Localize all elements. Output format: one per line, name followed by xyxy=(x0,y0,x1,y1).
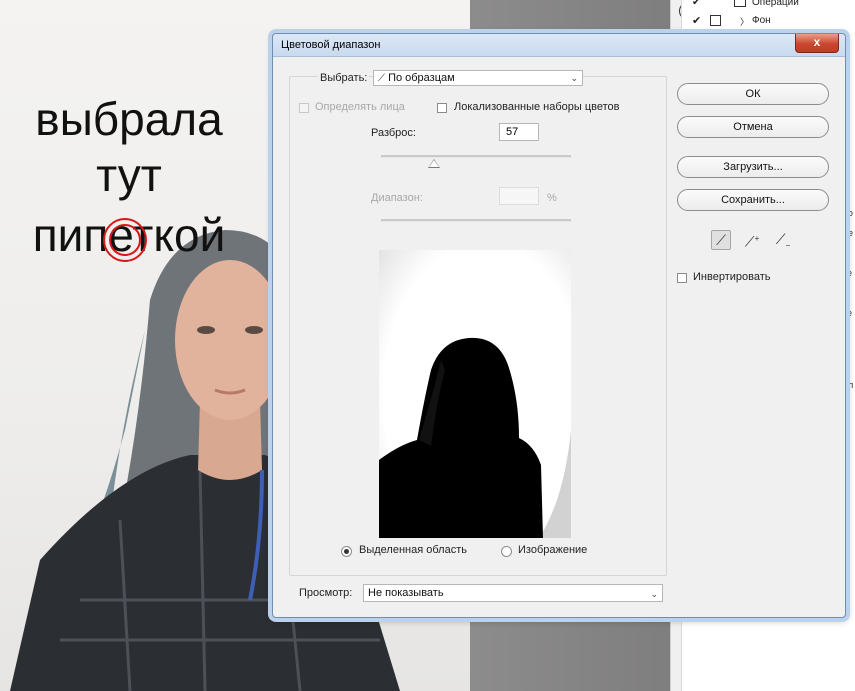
ok-button[interactable]: ОК xyxy=(677,83,829,105)
selection-mask-image xyxy=(379,250,571,538)
chevron-down-icon: ⌄ xyxy=(570,73,578,83)
layer-row-operations-label: Операции xyxy=(752,0,799,8)
selection-preview xyxy=(379,250,571,538)
preview-dropdown[interactable]: Не показывать ⌄ xyxy=(363,584,663,602)
select-dropdown[interactable]: ⟋ По образцам ⌄ xyxy=(373,70,583,86)
folder-icon xyxy=(734,0,746,7)
localized-colors-label: Локализованные наборы цветов xyxy=(454,101,620,113)
range-label: Диапазон: xyxy=(371,192,423,204)
cancel-button[interactable]: Отмена xyxy=(677,116,829,138)
radio-selection-label: Выделенная область xyxy=(359,544,467,556)
detect-faces-label: Определять лица xyxy=(315,101,405,113)
detect-faces-checkbox[interactable] xyxy=(299,103,309,113)
fuzziness-label: Разброс: xyxy=(371,127,416,139)
eyedropper-icon: ⟋ xyxy=(378,73,385,84)
radio-image[interactable] xyxy=(501,546,512,557)
localized-colors-checkbox[interactable] xyxy=(437,103,447,113)
eyedropper-icon[interactable]: ⟋ xyxy=(711,230,731,250)
range-slider-track[interactable] xyxy=(381,219,571,222)
invert-checkbox[interactable] xyxy=(677,273,687,283)
range-input[interactable] xyxy=(499,187,539,205)
chevron-down-icon: ⌄ xyxy=(650,589,658,599)
fuzziness-slider-track[interactable] xyxy=(381,155,571,158)
color-range-dialog: Цветовой диапазон x Выбрать: ⟋ По образц… xyxy=(272,33,846,618)
layer-thumb-icon xyxy=(710,15,721,26)
dialog-titlebar[interactable]: Цветовой диапазон x xyxy=(273,34,845,57)
preview-label: Просмотр: xyxy=(299,587,353,599)
annotation-line-1: выбрала xyxy=(35,93,223,145)
eyedropper-minus-icon[interactable]: ⟋− xyxy=(773,230,793,250)
select-dropdown-value: По образцам xyxy=(388,72,455,84)
annotation-circle-inner xyxy=(109,224,141,256)
radio-image-label: Изображение xyxy=(518,544,588,556)
invert-label: Инвертировать xyxy=(693,271,771,283)
layer-row-background[interactable]: ✔ 〉 Фон xyxy=(688,14,855,28)
layer-row-operations[interactable]: ✔ Операции xyxy=(688,0,855,12)
select-label: Выбрать: xyxy=(318,72,370,84)
dialog-title: Цветовой диапазон xyxy=(281,39,381,51)
annotation-line-2: тут xyxy=(96,149,162,201)
save-button[interactable]: Сохранить... xyxy=(677,189,829,211)
radio-selection[interactable] xyxy=(341,546,352,557)
visibility-check-icon[interactable]: ✔ xyxy=(692,14,701,27)
load-button[interactable]: Загрузить... xyxy=(677,156,829,178)
layer-row-background-label: Фон xyxy=(752,15,771,26)
preview-dropdown-value: Не показывать xyxy=(368,587,444,599)
fuzziness-slider-thumb[interactable] xyxy=(428,159,440,168)
eyedropper-plus-icon[interactable]: ⟋+ xyxy=(742,230,762,250)
chevron-right-icon[interactable]: 〉 xyxy=(740,15,749,28)
checkmark-icon[interactable]: ✔ xyxy=(692,0,700,8)
close-button[interactable]: x xyxy=(795,34,839,53)
range-unit: % xyxy=(547,192,557,204)
fuzziness-input[interactable]: 57 xyxy=(499,123,539,141)
